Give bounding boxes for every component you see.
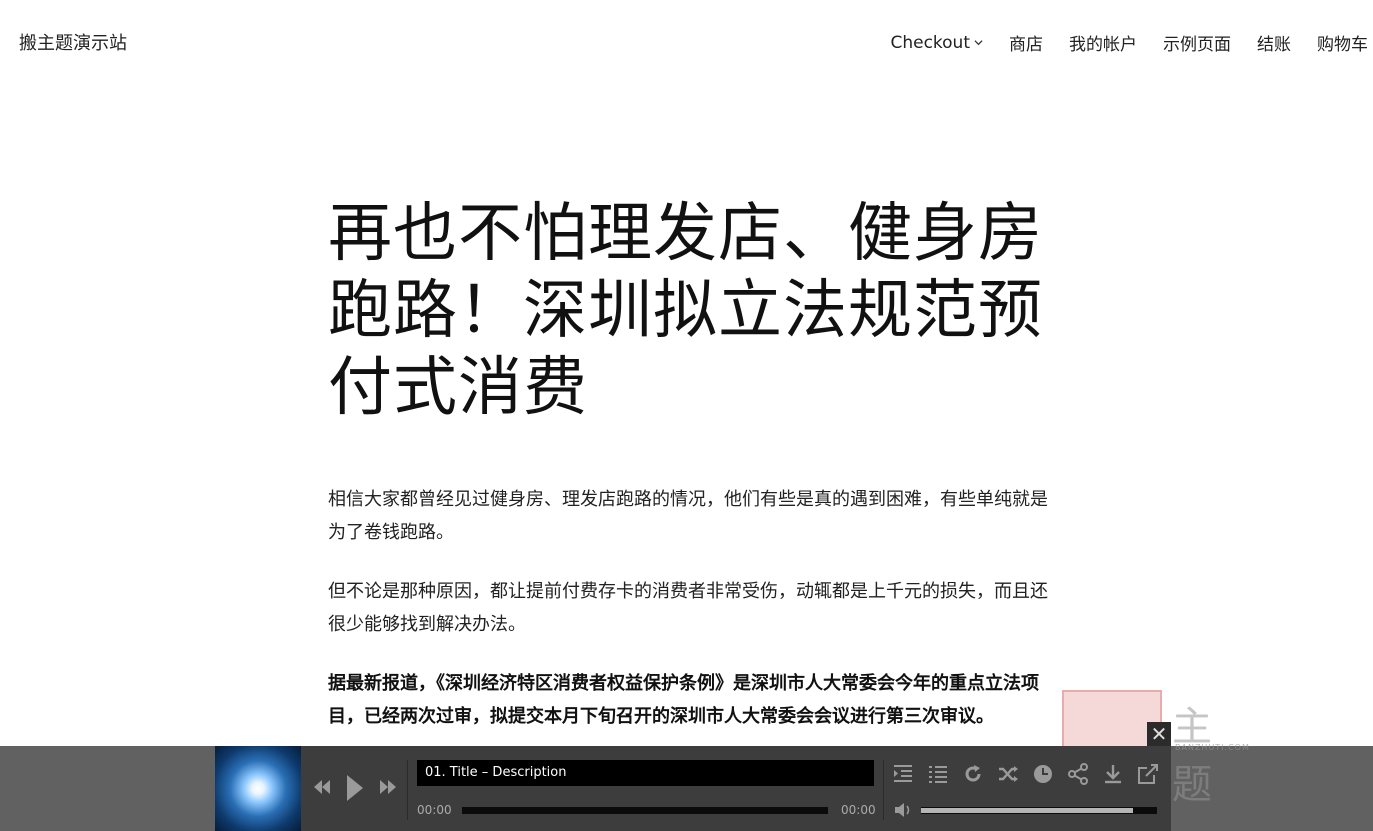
queue-icon[interactable] [892,763,914,785]
progress-bar[interactable] [462,807,828,814]
nav-item-label: Checkout [890,32,970,53]
next-button[interactable] [379,776,397,798]
time-current: 00:00 [417,803,452,817]
divider [407,760,408,820]
paragraph: 但不论是那种原因，都让提前付费存卡的消费者非常受伤，动辄都是上千元的损失，而且还… [328,581,1048,635]
paragraph: 据最新报道，《深圳经济特区消费者权益保护条例》是深圳市人大常委会今年的重点立法项… [328,673,1039,727]
site-title[interactable]: 搬主题演示站 [19,29,127,55]
volume-icon [895,803,910,817]
nav-item-checkout[interactable]: Checkout [890,30,983,55]
volume-slider[interactable] [921,807,1157,814]
track-title: 01. Title – Description [417,760,874,786]
popout-icon[interactable] [1137,763,1159,785]
post-title: 再也不怕理发店、健身房跑路！深圳拟立法规范预付式消费 [328,197,1043,425]
fast-forward-icon [380,780,396,794]
share-icon[interactable] [1067,763,1089,785]
close-player-button[interactable]: ✕ [1147,722,1171,746]
shuffle-icon[interactable] [997,763,1019,785]
previous-button[interactable] [313,776,331,798]
divider [883,760,884,820]
timer-icon[interactable] [1032,763,1054,785]
watermark-url: BANZHUTI.COM [1175,743,1250,752]
audio-player: 01. Title – Description 00:00 00:00 [215,746,1171,831]
volume-button[interactable] [893,801,913,823]
repeat-icon[interactable] [962,763,984,785]
playlist-icon[interactable] [927,763,949,785]
play-button[interactable] [345,773,365,803]
download-icon[interactable] [1102,763,1124,785]
nav-item-shop[interactable]: 商店 [1009,30,1043,55]
rewind-icon [314,780,330,794]
nav-item-sample-page[interactable]: 示例页面 [1163,30,1231,55]
time-total: 00:00 [841,803,876,817]
album-cover [215,746,301,831]
paragraph: 相信大家都曾经见过健身房、理发店跑路的情况，他们有些是真的遇到困难，有些单纯就是… [328,489,1048,543]
player-toolbar [892,763,1159,785]
chevron-down-icon [974,40,983,46]
nav-item-checkout-cn[interactable]: 结账 [1257,30,1291,55]
play-icon [347,775,363,801]
watermark-text: 主 题 [1172,704,1222,808]
nav-item-account[interactable]: 我的帐户 [1069,30,1137,55]
main-nav: Checkout 商店 我的帐户 示例页面 结账 购物车 [890,30,1368,56]
post-content: 相信大家都曾经见过健身房、理发店跑路的情况，他们有些是真的遇到困难，有些单纯就是… [328,483,1064,759]
nav-item-cart[interactable]: 购物车 [1317,30,1368,55]
volume-level [921,808,1134,813]
